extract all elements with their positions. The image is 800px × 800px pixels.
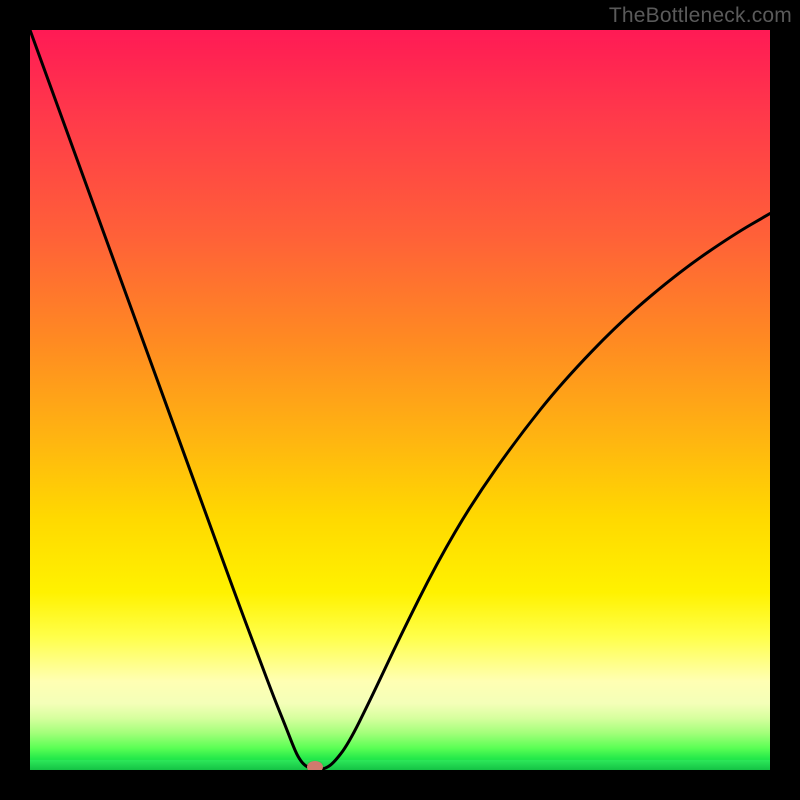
bottleneck-curve [30,30,770,770]
watermark-text: TheBottleneck.com [609,4,792,28]
plot-area [30,30,770,770]
optimum-marker-icon [307,761,323,770]
chart-frame: TheBottleneck.com [0,0,800,800]
